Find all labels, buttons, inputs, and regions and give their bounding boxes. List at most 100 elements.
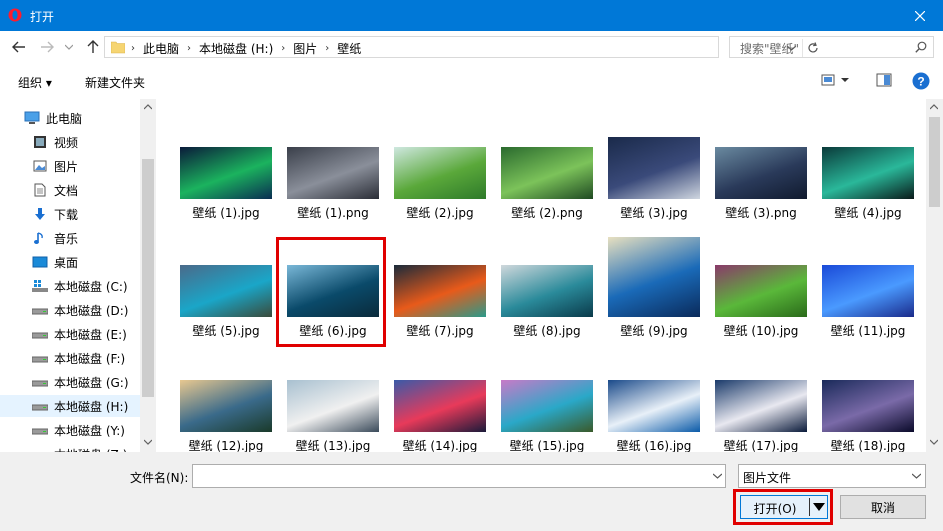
image-thumbnail[interactable]	[822, 147, 914, 199]
image-thumbnail[interactable]	[394, 265, 486, 317]
view-icon	[821, 74, 849, 86]
file-name: 壁纸 (2).png	[511, 206, 583, 220]
search-input[interactable]: 搜索"壁纸"	[729, 36, 934, 58]
sidebar-item[interactable]: 此电脑	[0, 107, 140, 129]
image-thumbnail[interactable]	[715, 147, 807, 199]
sidebar-item[interactable]: 本地磁盘 (D:)	[0, 299, 140, 321]
opera-logo-icon	[8, 8, 22, 22]
image-thumbnail[interactable]	[287, 380, 379, 432]
sidebar-item[interactable]: 文档	[0, 179, 140, 201]
recent-locations-button[interactable]	[62, 37, 76, 57]
image-thumbnail[interactable]	[608, 237, 700, 317]
change-view-button[interactable]	[820, 71, 852, 89]
music-icon	[32, 230, 48, 246]
sidebar-scrollbar-thumb[interactable]	[142, 159, 154, 397]
breadcrumb-item[interactable]: 此电脑	[143, 40, 179, 57]
file-name: 壁纸 (4).jpg	[834, 206, 902, 220]
sidebar-item[interactable]: 音乐	[0, 227, 140, 249]
image-thumbnail[interactable]	[715, 380, 807, 432]
help-button[interactable]: ?	[911, 71, 931, 91]
file-name: 壁纸 (6).jpg	[299, 324, 367, 338]
file-name: 壁纸 (12).jpg	[188, 439, 264, 452]
sidebar-item[interactable]: 本地磁盘 (Z:)	[0, 443, 140, 453]
sidebar-item[interactable]: 本地磁盘 (C:)	[0, 275, 140, 297]
title-bar: 打开	[0, 0, 943, 31]
filetype-select[interactable]: 图片文件	[738, 464, 926, 488]
file-name: 壁纸 (11).jpg	[830, 324, 906, 338]
address-box[interactable]: › 此电脑 › 本地磁盘 (H:) › 图片 › 壁纸	[104, 36, 818, 58]
sidebar-item[interactable]: 本地磁盘 (H:)	[0, 395, 140, 417]
image-thumbnail[interactable]	[822, 380, 914, 432]
image-thumbnail[interactable]	[287, 265, 379, 317]
breadcrumb: › 此电脑 › 本地磁盘 (H:) › 图片 › 壁纸	[131, 40, 361, 57]
file-list-scrollbar[interactable]	[926, 99, 943, 452]
sidebar-item[interactable]: 本地磁盘 (E:)	[0, 323, 140, 345]
help-icon: ?	[912, 72, 930, 90]
file-name: 壁纸 (7).jpg	[406, 324, 474, 338]
new-folder-button[interactable]: 新建文件夹	[85, 74, 145, 91]
open-options-dropdown-icon[interactable]	[813, 502, 825, 512]
breadcrumb-item[interactable]: 壁纸	[337, 40, 361, 57]
chevron-down-icon	[65, 44, 73, 50]
sidebar-item-label: 文档	[54, 183, 79, 198]
sidebar-item-label: 本地磁盘 (D:)	[54, 303, 129, 318]
cancel-button[interactable]: 取消	[840, 495, 926, 519]
sidebar-item[interactable]: 本地磁盘 (Y:)	[0, 419, 140, 441]
folder-icon	[111, 41, 125, 54]
open-button-label: 打开(O)	[753, 502, 797, 516]
image-thumbnail[interactable]	[501, 147, 593, 199]
file-name: 壁纸 (10).jpg	[723, 324, 799, 338]
document-icon	[32, 182, 48, 198]
forward-button[interactable]	[38, 37, 56, 57]
file-name: 壁纸 (13).jpg	[295, 439, 371, 452]
sidebar-item[interactable]: 视频	[0, 131, 140, 153]
back-button[interactable]	[10, 37, 28, 57]
close-icon	[915, 10, 925, 21]
file-list-scrollbar-thumb[interactable]	[929, 117, 940, 207]
drive-icon	[32, 326, 48, 342]
sidebar-item[interactable]: 桌面	[0, 251, 140, 273]
open-button[interactable]: 打开(O)	[740, 495, 828, 519]
address-bar: › 此电脑 › 本地磁盘 (H:) › 图片 › 壁纸 搜索"壁纸"	[0, 31, 943, 63]
sidebar-item[interactable]: 本地磁盘 (F:)	[0, 347, 140, 369]
breadcrumb-item[interactable]: 图片	[293, 40, 317, 57]
sidebar-item-label: 本地磁盘 (H:)	[54, 399, 129, 414]
computer-icon	[24, 110, 40, 126]
image-thumbnail[interactable]	[608, 380, 700, 432]
file-name: 壁纸 (9).jpg	[620, 324, 688, 338]
sidebar-item-label: 本地磁盘 (C:)	[54, 279, 128, 294]
up-button[interactable]	[84, 37, 102, 57]
organize-button[interactable]: 组织 ▾	[18, 74, 52, 91]
image-thumbnail[interactable]	[180, 380, 272, 432]
sidebar-item[interactable]: 图片	[0, 155, 140, 177]
search-placeholder: 搜索"壁纸"	[740, 42, 800, 56]
drive-icon	[32, 302, 48, 318]
sidebar-scrollbar[interactable]	[140, 99, 156, 452]
sidebar-item[interactable]: 本地磁盘 (G:)	[0, 371, 140, 393]
image-thumbnail[interactable]	[715, 265, 807, 317]
breadcrumb-item[interactable]: 本地磁盘 (H:)	[199, 40, 273, 57]
image-thumbnail[interactable]	[822, 265, 914, 317]
dialog-footer: 文件名(N): 图片文件 打开(O) 取消	[0, 452, 943, 531]
file-name: 壁纸 (16).jpg	[616, 439, 692, 452]
image-thumbnail[interactable]	[501, 380, 593, 432]
chevron-down-icon[interactable]	[713, 469, 722, 483]
pictures-icon	[32, 158, 48, 174]
image-thumbnail[interactable]	[608, 137, 700, 199]
split-divider	[809, 498, 810, 516]
sidebar-item[interactable]: 下载	[0, 203, 140, 225]
image-thumbnail[interactable]	[394, 147, 486, 199]
sidebar-item-label: 此电脑	[46, 111, 83, 126]
file-name: 壁纸 (17).jpg	[723, 439, 799, 452]
close-button[interactable]	[897, 0, 943, 31]
chevron-right-icon: ›	[131, 43, 135, 54]
image-thumbnail[interactable]	[180, 147, 272, 199]
image-thumbnail[interactable]	[394, 380, 486, 432]
image-thumbnail[interactable]	[180, 265, 272, 317]
sidebar-item-label: 本地磁盘 (Y:)	[54, 423, 125, 438]
image-thumbnail[interactable]	[287, 147, 379, 199]
filename-input[interactable]	[192, 464, 726, 488]
preview-pane-button[interactable]	[874, 71, 894, 89]
windows-drive-icon	[32, 278, 48, 294]
image-thumbnail[interactable]	[501, 265, 593, 317]
